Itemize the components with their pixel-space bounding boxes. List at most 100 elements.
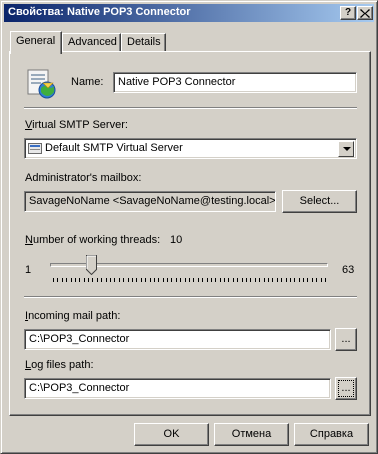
tab-details-label: Details (127, 36, 161, 48)
slider-tick (286, 278, 287, 282)
log-browse-button[interactable]: ... (335, 377, 357, 400)
tab-details[interactable]: Details (121, 33, 166, 52)
slider-tick (141, 278, 142, 282)
slider-tick (259, 278, 260, 282)
name-field[interactable]: Native POP3 Connector (113, 72, 357, 93)
mailbox-field: SavageNoName <SavageNoName@testing.local… (24, 191, 276, 212)
smtp-server-select[interactable]: Default SMTP Virtual Server (24, 138, 357, 159)
slider-tick (303, 278, 304, 282)
slider-tick (132, 278, 133, 282)
incoming-path-label: Incoming mail path: (25, 310, 121, 322)
slider-tick (150, 278, 151, 282)
slider-tick (176, 278, 177, 282)
slider-max-label: 63 (342, 264, 355, 276)
slider-tick (158, 278, 159, 282)
tab-advanced-label: Advanced (68, 36, 117, 48)
incoming-browse-button[interactable]: ... (335, 328, 357, 351)
slider-tick (325, 278, 326, 282)
slider-tick (207, 278, 208, 282)
tab-general-label: General (16, 35, 56, 47)
smtp-server-value: Default SMTP Virtual Server (45, 142, 183, 154)
mailbox-label: Administrator's mailbox: (25, 172, 142, 184)
slider-tick (193, 278, 194, 282)
smtp-server-label: Virtual SMTP Server: (25, 119, 128, 131)
slider-tick (268, 278, 269, 282)
slider-tick (281, 278, 282, 282)
slider-tick (163, 278, 164, 282)
slider-tick (272, 278, 273, 282)
incoming-path-field[interactable]: C:\POP3_Connector (24, 329, 331, 350)
slider-tick (88, 278, 89, 282)
slider-tick (57, 278, 58, 282)
log-path-label: Log files path: (25, 359, 94, 371)
slider-tick (312, 278, 313, 282)
general-tab-panel: Name: Native POP3 Connector Virtual SMTP… (9, 51, 371, 416)
close-icon (360, 9, 370, 18)
window-title: Свойства: Native POP3 Connector (8, 6, 191, 18)
threads-value: 10 (170, 234, 183, 246)
title-bar[interactable]: Свойства: Native POP3 Connector ? (4, 4, 374, 22)
slider-tick (101, 278, 102, 282)
slider-tick (250, 278, 251, 282)
slider-tick (119, 278, 120, 282)
help-title-button[interactable]: ? (340, 6, 356, 20)
smtp-server-icon (28, 143, 42, 154)
slider-tick (53, 278, 54, 282)
log-path-field[interactable]: C:\POP3_Connector (24, 378, 331, 399)
slider-tick (171, 278, 172, 282)
slider-tick (123, 278, 124, 282)
slider-tick (154, 278, 155, 282)
slider-tick (180, 278, 181, 282)
slider-tick (167, 278, 168, 282)
slider-min-label: 1 (25, 264, 32, 276)
slider-tick (233, 278, 234, 282)
tab-advanced[interactable]: Advanced (62, 33, 121, 52)
slider-tick (62, 278, 63, 282)
close-title-button[interactable] (357, 6, 373, 20)
tab-general[interactable]: General (10, 31, 62, 54)
threads-label: Number of working threads: (25, 234, 161, 246)
slider-tick (220, 278, 221, 282)
slider-tick (92, 278, 93, 282)
chevron-down-icon[interactable] (338, 141, 354, 157)
slider-tick (299, 278, 300, 282)
slider-tick (242, 278, 243, 282)
slider-tick (145, 278, 146, 282)
slider-tick (237, 278, 238, 282)
slider-tick (246, 278, 247, 282)
slider-tick (255, 278, 256, 282)
slider-tick (79, 278, 80, 282)
slider-tick (84, 278, 85, 282)
slider-tick (97, 278, 98, 282)
slider-tick (228, 278, 229, 282)
ok-button[interactable]: OK (134, 423, 209, 446)
select-mailbox-button[interactable]: Select... (282, 190, 357, 213)
slider-tick (185, 278, 186, 282)
slider-tick (75, 278, 76, 282)
slider-tick (215, 278, 216, 282)
divider (24, 296, 357, 298)
pop3-connector-icon (25, 67, 59, 101)
divider (24, 107, 357, 109)
slider-tick (307, 278, 308, 282)
threads-slider-thumb[interactable] (86, 255, 97, 276)
slider-tick (136, 278, 137, 282)
slider-tick (198, 278, 199, 282)
slider-tick (66, 278, 67, 282)
slider-tick (264, 278, 265, 282)
slider-tick (316, 278, 317, 282)
slider-tick (110, 278, 111, 282)
slider-tick (71, 278, 72, 282)
slider-tick (277, 278, 278, 282)
properties-dialog: Свойства: Native POP3 Connector ? Genera… (0, 0, 378, 454)
slider-tick (290, 278, 291, 282)
help-button[interactable]: Справка (294, 423, 369, 446)
slider-tick (189, 278, 190, 282)
slider-tick (224, 278, 225, 282)
slider-tick (294, 278, 295, 282)
slider-tick (211, 278, 212, 282)
cancel-button[interactable]: Отмена (214, 423, 289, 446)
name-label: Name: (71, 76, 104, 88)
slider-tick (106, 278, 107, 282)
slider-tick (128, 278, 129, 282)
